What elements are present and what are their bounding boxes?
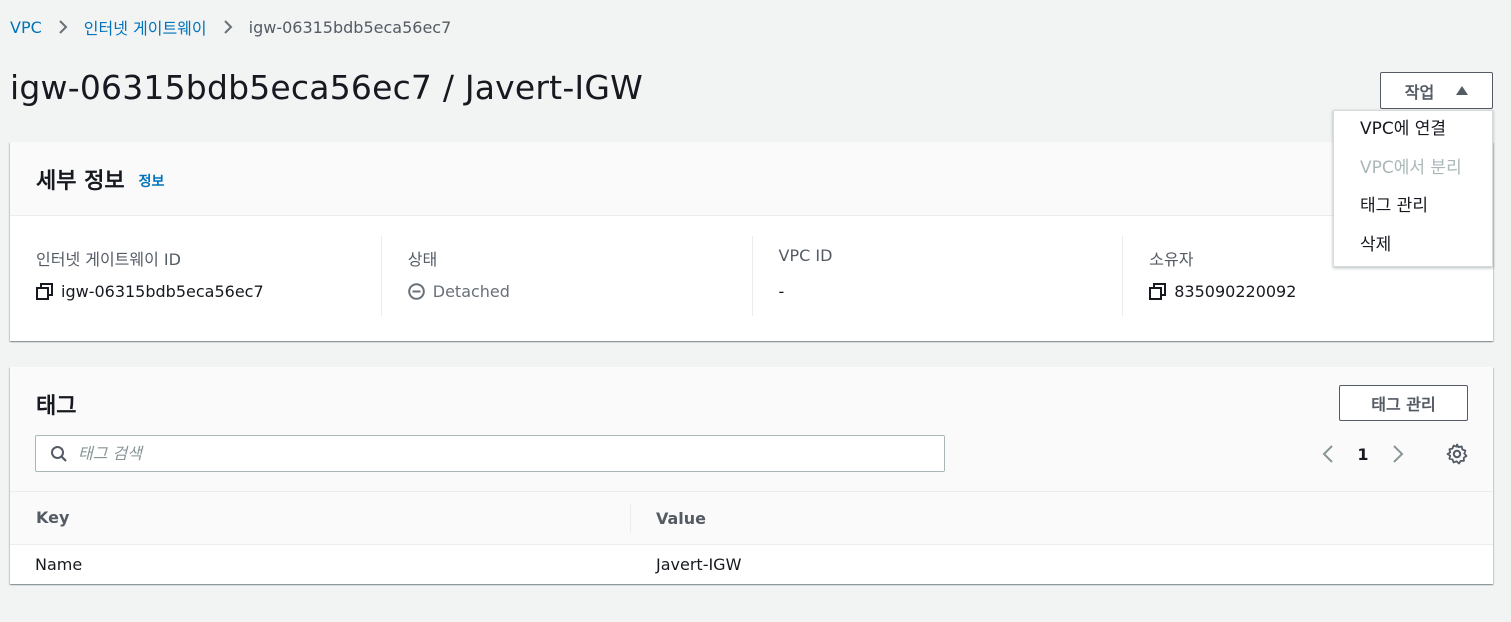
tag-value-cell: Javert-IGW <box>656 554 742 574</box>
copy-icon[interactable] <box>36 282 53 300</box>
info-link[interactable]: 정보 <box>139 171 165 191</box>
table-row: Name Javert-IGW <box>10 545 1493 583</box>
gear-icon[interactable] <box>1444 441 1470 467</box>
details-header: 세부 정보 정보 <box>10 142 1493 216</box>
menu-item-manage-tags[interactable]: 태그 관리 <box>1334 192 1492 231</box>
menu-item-delete[interactable]: 삭제 <box>1334 231 1492 270</box>
breadcrumb-internet-gateways[interactable]: 인터넷 게이트웨이 <box>84 15 207 39</box>
detail-label: VPC ID <box>778 246 833 265</box>
actions-dropdown-menu: VPC에 연결 VPC에서 분리 태그 관리 삭제 <box>1333 110 1493 267</box>
detail-state: 상태 Detached <box>380 236 752 316</box>
chevron-right-icon <box>58 19 68 35</box>
gateway-id-value: igw-06315bdb5eca56ec7 <box>61 281 264 301</box>
pagination: 1 <box>1315 441 1411 467</box>
copy-icon[interactable] <box>1149 282 1167 300</box>
menu-item-detach-vpc: VPC에서 분리 <box>1360 157 1462 178</box>
actions-button-label: 작업 <box>1404 82 1435 102</box>
chevron-right-icon <box>223 19 233 35</box>
chevron-left-icon[interactable] <box>1315 441 1341 467</box>
page-number[interactable]: 1 <box>1351 445 1375 464</box>
table-header: Key Value <box>10 492 1493 545</box>
detail-label: 인터넷 게이트웨이 ID <box>36 250 181 269</box>
tags-title: 태그 <box>36 394 77 419</box>
tag-key-cell: Name <box>35 554 83 574</box>
chevron-right-icon[interactable] <box>1385 441 1411 467</box>
tag-search-input[interactable] <box>78 444 938 463</box>
tag-search-box <box>35 435 945 472</box>
column-header-value[interactable]: Value <box>631 509 706 528</box>
menu-item-attach-vpc[interactable]: VPC에 연결 <box>1334 115 1492 154</box>
detail-label: 상태 <box>407 250 438 269</box>
actions-button[interactable]: 작업 <box>1380 72 1493 109</box>
details-title: 세부 정보 <box>36 168 125 194</box>
tags-header: 태그 태그 관리 1 <box>10 367 1493 492</box>
details-panel: 세부 정보 정보 인터넷 게이트웨이 ID igw-06315bdb5eca56… <box>10 142 1493 341</box>
state-value: Detached <box>432 281 510 301</box>
breadcrumb-vpc[interactable]: VPC <box>10 18 42 37</box>
search-icon <box>50 445 68 463</box>
detail-vpc-id: VPC ID - <box>751 236 1123 316</box>
minus-circle-icon <box>407 282 425 300</box>
owner-value: 835090220092 <box>1174 281 1297 301</box>
details-grid: 인터넷 게이트웨이 ID igw-06315bdb5eca56ec7 상태 De… <box>10 216 1493 340</box>
breadcrumb: VPC 인터넷 게이트웨이 igw-06315bdb5eca56ec7 <box>10 15 452 39</box>
breadcrumb-current: igw-06315bdb5eca56ec7 <box>248 17 452 37</box>
caret-up-icon <box>1456 86 1469 95</box>
tags-panel: 태그 태그 관리 1 Key Value Name <box>10 367 1493 584</box>
vpc-id-value: - <box>778 281 785 301</box>
column-header-key[interactable]: Key <box>10 504 631 532</box>
detail-gateway-id: 인터넷 게이트웨이 ID igw-06315bdb5eca56ec7 <box>10 236 381 316</box>
manage-tags-button[interactable]: 태그 관리 <box>1339 385 1468 421</box>
page-title: igw-06315bdb5eca56ec7 / Javert-IGW <box>10 68 643 107</box>
